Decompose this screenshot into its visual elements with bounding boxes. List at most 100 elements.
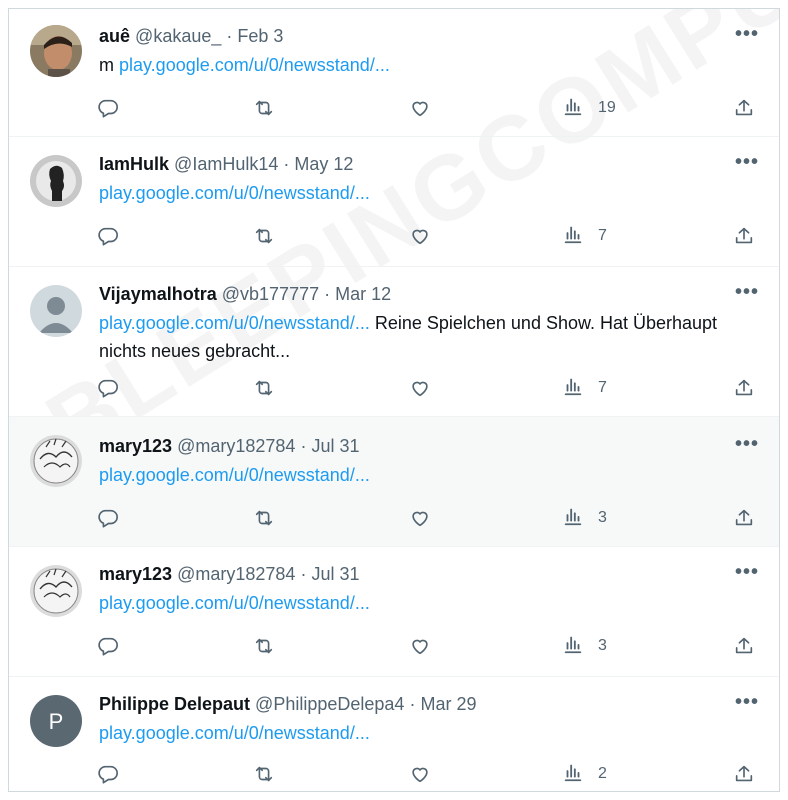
- tweet-feed: BLEEPINGCOMPUTER auê @kakaue_ · Feb 3•••…: [8, 8, 780, 792]
- separator: ·: [300, 564, 307, 584]
- display-name[interactable]: Philippe Delepaut: [99, 694, 250, 714]
- user-handle[interactable]: @vb177777: [222, 284, 319, 304]
- tweet-item[interactable]: IamHulk @IamHulk14 · May 12 ••• play.googl…: [9, 137, 779, 267]
- retweet-icon[interactable]: [253, 761, 275, 787]
- tweet-link[interactable]: play.google.com/u/0/newsstand/...: [99, 313, 370, 333]
- share-icon[interactable]: [733, 633, 755, 659]
- retweet-icon[interactable]: [253, 223, 275, 249]
- user-handle[interactable]: @mary182784: [177, 564, 295, 584]
- tweet-actions: 7: [9, 223, 779, 249]
- tweet-header: Philippe Delepaut @PhilippeDelepa4 · Mar…: [99, 693, 476, 715]
- heart-icon[interactable]: [409, 633, 431, 659]
- views-button[interactable]: 2: [562, 761, 607, 787]
- more-icon[interactable]: •••: [735, 24, 759, 44]
- tweet-date[interactable]: Jul 31: [311, 564, 359, 584]
- tweet-link[interactable]: play.google.com/u/0/newsstand/...: [99, 465, 370, 485]
- tweet-header: Vijaymalhotra @vb177777 · Mar 12: [99, 283, 391, 305]
- tweet-text: play.google.com/u/0/newsstand/...: [99, 461, 739, 489]
- tweet-header: mary123 @mary182784 · Jul 31: [99, 435, 360, 457]
- user-handle[interactable]: @IamHulk14: [174, 154, 278, 174]
- tweet-date[interactable]: Jul 31: [311, 436, 359, 456]
- views-button[interactable]: 3: [562, 505, 607, 531]
- retweet-icon[interactable]: [253, 375, 275, 401]
- retweet-icon[interactable]: [253, 633, 275, 659]
- views-button[interactable]: 7: [562, 223, 607, 249]
- tweet-text: play.google.com/u/0/newsstand/...: [99, 589, 739, 617]
- separator: ·: [409, 694, 416, 714]
- tweet-link[interactable]: play.google.com/u/0/newsstand/...: [119, 55, 390, 75]
- tweet-text: play.google.com/u/0/newsstand/... Reine …: [99, 309, 739, 365]
- user-handle[interactable]: @kakaue_: [135, 26, 221, 46]
- share-icon[interactable]: [733, 505, 755, 531]
- views-count: 7: [598, 227, 607, 244]
- more-icon[interactable]: •••: [735, 562, 759, 582]
- tweet-link[interactable]: play.google.com/u/0/newsstand/...: [99, 593, 370, 613]
- avatar[interactable]: [30, 155, 82, 207]
- tweet-item[interactable]: P Philippe Delepaut @PhilippeDelepa4 · Ma…: [9, 677, 779, 791]
- user-handle[interactable]: @PhilippeDelepa4: [255, 694, 404, 714]
- views-button[interactable]: 3: [562, 633, 607, 659]
- display-name[interactable]: mary123: [99, 564, 172, 584]
- avatar[interactable]: [30, 565, 82, 617]
- views-icon: [562, 505, 584, 532]
- heart-icon[interactable]: [409, 223, 431, 249]
- tweet-date[interactable]: Feb 3: [237, 26, 283, 46]
- tweet-text: play.google.com/u/0/newsstand/...: [99, 179, 739, 207]
- tweet-date[interactable]: Mar 12: [335, 284, 391, 304]
- display-name[interactable]: auê: [99, 26, 130, 46]
- retweet-icon[interactable]: [253, 95, 275, 121]
- avatar[interactable]: [30, 435, 82, 487]
- tweet-link[interactable]: play.google.com/u/0/newsstand/...: [99, 723, 370, 743]
- views-count: 3: [598, 509, 607, 526]
- tweet-header: IamHulk @IamHulk14 · May 12: [99, 153, 353, 175]
- tweet-text: play.google.com/u/0/newsstand/...: [99, 719, 739, 747]
- retweet-icon[interactable]: [253, 505, 275, 531]
- reply-icon[interactable]: [97, 223, 119, 249]
- separator: ·: [283, 154, 290, 174]
- more-icon[interactable]: •••: [735, 692, 759, 712]
- display-name[interactable]: mary123: [99, 436, 172, 456]
- tweet-item[interactable]: mary123 @mary182784 · Jul 31 ••• play.goog…: [9, 547, 779, 677]
- views-icon: [562, 223, 584, 250]
- views-count: 2: [598, 765, 607, 782]
- views-icon: [562, 761, 584, 788]
- share-icon[interactable]: [733, 95, 755, 121]
- more-icon[interactable]: •••: [735, 434, 759, 454]
- more-icon[interactable]: •••: [735, 282, 759, 302]
- tweet-date[interactable]: May 12: [294, 154, 353, 174]
- reply-icon[interactable]: [97, 375, 119, 401]
- heart-icon[interactable]: [409, 761, 431, 787]
- user-handle[interactable]: @mary182784: [177, 436, 295, 456]
- tweet-actions: 2: [9, 761, 779, 787]
- avatar[interactable]: P: [30, 695, 82, 747]
- reply-icon[interactable]: [97, 761, 119, 787]
- more-icon[interactable]: •••: [735, 152, 759, 172]
- views-icon: [562, 633, 584, 660]
- heart-icon[interactable]: [409, 375, 431, 401]
- views-button[interactable]: 7: [562, 375, 607, 401]
- views-button[interactable]: 19: [562, 95, 616, 121]
- reply-icon[interactable]: [97, 95, 119, 121]
- share-icon[interactable]: [733, 375, 755, 401]
- tweet-date[interactable]: Mar 29: [420, 694, 476, 714]
- avatar[interactable]: [30, 285, 82, 337]
- separator: ·: [300, 436, 307, 456]
- reply-icon[interactable]: [97, 633, 119, 659]
- tweet-item[interactable]: auê @kakaue_ · Feb 3 ••• m play.google.com…: [9, 9, 779, 137]
- heart-icon[interactable]: [409, 95, 431, 121]
- tweet-prefix-text: m: [99, 55, 119, 75]
- display-name[interactable]: Vijaymalhotra: [99, 284, 217, 304]
- reply-icon[interactable]: [97, 505, 119, 531]
- tweet-text: m play.google.com/u/0/newsstand/...: [99, 51, 739, 79]
- tweet-item[interactable]: mary123 @mary182784 · Jul 31 ••• play.goog…: [9, 417, 779, 547]
- share-icon[interactable]: [733, 223, 755, 249]
- separator: ·: [324, 284, 331, 304]
- views-count: 19: [598, 99, 616, 116]
- tweet-header: mary123 @mary182784 · Jul 31: [99, 563, 360, 585]
- display-name[interactable]: IamHulk: [99, 154, 169, 174]
- tweet-item[interactable]: Vijaymalhotra @vb177777 · Mar 12 ••• play.…: [9, 267, 779, 417]
- avatar[interactable]: [30, 25, 82, 77]
- heart-icon[interactable]: [409, 505, 431, 531]
- share-icon[interactable]: [733, 761, 755, 787]
- tweet-link[interactable]: play.google.com/u/0/newsstand/...: [99, 183, 370, 203]
